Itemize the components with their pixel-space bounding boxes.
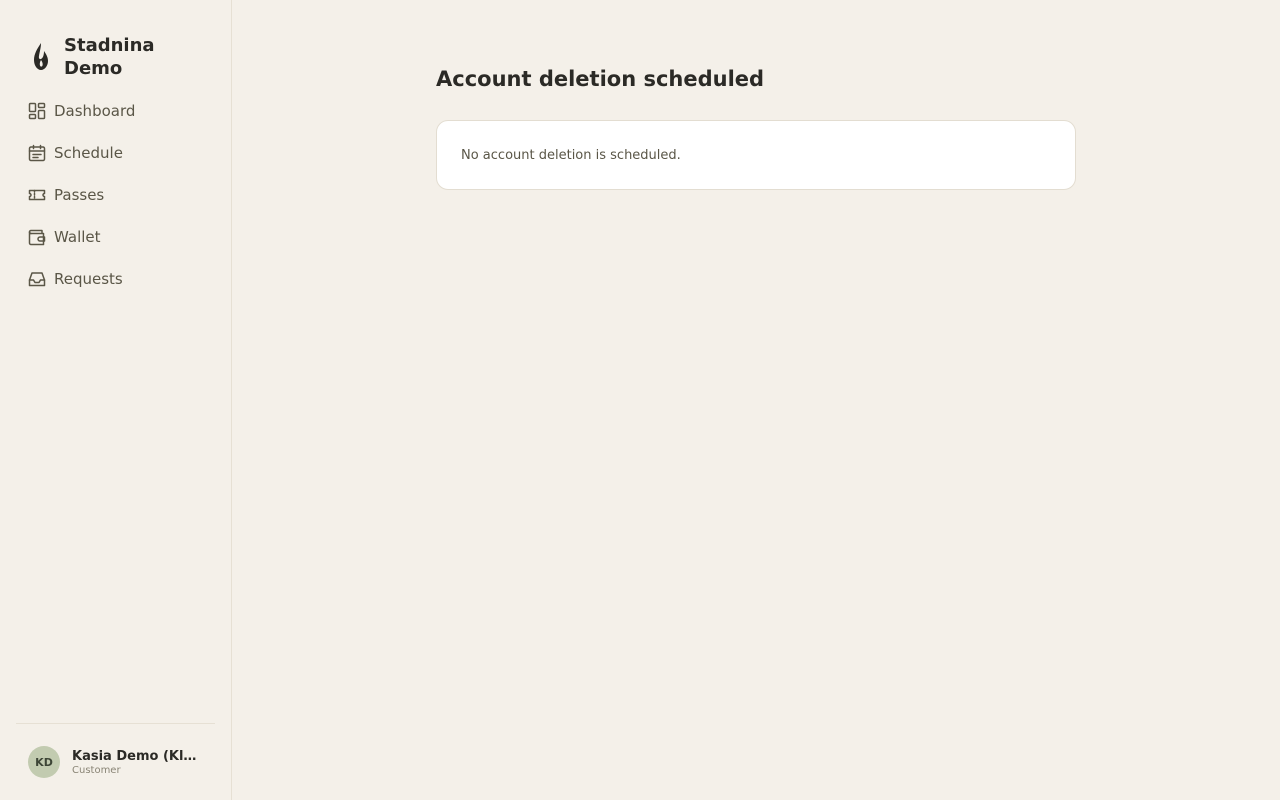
sidebar-item-requests[interactable]: Requests [16, 258, 215, 300]
flame-icon [28, 40, 54, 74]
sidebar-item-label: Schedule [54, 144, 123, 162]
inbox-icon [28, 270, 46, 288]
content-area: Account deletion scheduled No account de… [436, 64, 1076, 190]
sidebar-item-dashboard[interactable]: Dashboard [16, 90, 215, 132]
brand-name: Stadnina Demo [64, 35, 155, 79]
brand[interactable]: Stadnina Demo [0, 0, 231, 90]
sidebar-item-label: Requests [54, 270, 123, 288]
sidebar: Stadnina Demo Dashboard Schedule Passes [0, 0, 232, 800]
user-name: Kasia Demo (Klie... [72, 748, 200, 764]
grid-icon [28, 102, 46, 120]
calendar-icon [28, 144, 46, 162]
sidebar-item-wallet[interactable]: Wallet [16, 216, 215, 258]
status-message: No account deletion is scheduled. [461, 147, 681, 163]
ticket-icon [28, 186, 46, 204]
user-role: Customer [72, 764, 121, 776]
avatar: KD [28, 746, 60, 778]
sidebar-item-label: Wallet [54, 228, 101, 246]
wallet-icon [28, 228, 46, 246]
status-card: No account deletion is scheduled. [436, 120, 1076, 190]
page-title: Account deletion scheduled [436, 67, 765, 91]
sidebar-nav: Dashboard Schedule Passes Wallet Request… [0, 90, 231, 300]
user-menu[interactable]: KD Kasia Demo (Klie... Customer [16, 723, 215, 800]
user-info: Kasia Demo (Klie... Customer [72, 749, 200, 776]
sidebar-item-schedule[interactable]: Schedule [16, 132, 215, 174]
sidebar-item-passes[interactable]: Passes [16, 174, 215, 216]
app-root: Stadnina Demo Dashboard Schedule Passes [0, 0, 1280, 800]
main-content: Account deletion scheduled No account de… [232, 0, 1280, 800]
sidebar-item-label: Dashboard [54, 102, 136, 120]
sidebar-item-label: Passes [54, 186, 105, 204]
